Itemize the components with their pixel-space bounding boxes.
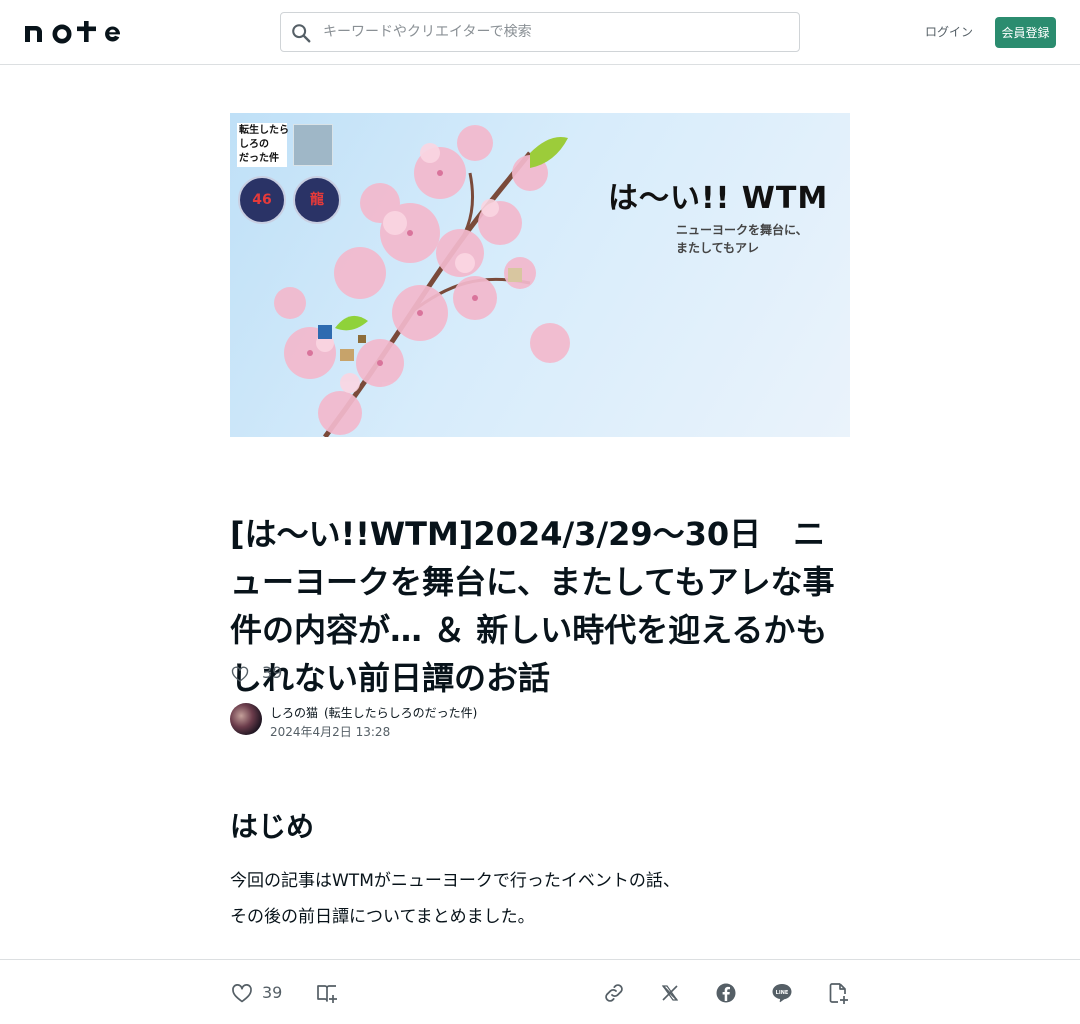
bottom-action-bar: 39 LINE (0, 959, 1080, 1024)
svg-text:LINE: LINE (776, 990, 789, 996)
signup-button[interactable]: 会員登録 (995, 17, 1056, 48)
like-count: 39 (262, 663, 283, 682)
note-logo[interactable] (24, 16, 122, 48)
search-box[interactable] (280, 12, 800, 52)
heart-icon[interactable] (230, 664, 250, 684)
x-icon[interactable] (658, 981, 682, 1005)
hero-subtitle: ニューヨークを舞台に、 またしてもアレ (676, 223, 808, 255)
emblem-icon (293, 124, 333, 166)
section-heading: はじめ (230, 810, 315, 843)
author-avatar[interactable] (230, 703, 262, 735)
body-paragraph: 今回の記事はWTMがニューヨークで行ったイベントの話、 (230, 871, 680, 891)
jersey-icon: 龍 (293, 176, 341, 224)
jersey-icon: 46 (238, 176, 286, 224)
body-paragraph: その後の前日譚についてまとめました。 (230, 907, 535, 927)
article-title: [は〜い!!WTM]2024/3/29〜30日 ニューヨークを舞台に、またしても… (230, 515, 835, 697)
like-count: 39 (262, 983, 283, 1002)
link-icon[interactable] (602, 981, 626, 1005)
hero-title: は〜い!! WTM (608, 181, 829, 216)
author-name[interactable]: しろの猫 (270, 704, 318, 721)
line-icon[interactable]: LINE (770, 981, 794, 1005)
site-header: ログイン 会員登録 (0, 0, 1080, 65)
heart-icon[interactable] (230, 981, 254, 1005)
author-info: しろの猫 (転生したらしろのだった件) 2024年4月2日 13:28 (230, 702, 630, 739)
search-input[interactable] (321, 13, 791, 51)
article-eyecatch-image: 転生したら しろの だった件 46 龍 は〜い!! WTM ニューヨークを舞台に… (230, 113, 850, 437)
author-handle: (転生したらしろのだった件) (324, 706, 478, 720)
hero-badge-text: 転生したら しろの だった件 (237, 123, 289, 167)
magazine-add-icon[interactable] (315, 981, 339, 1005)
facebook-icon[interactable] (714, 981, 738, 1005)
login-link[interactable]: ログイン (920, 22, 978, 42)
publish-date: 2024年4月2日 13:28 (270, 725, 391, 739)
clip-add-icon[interactable] (826, 981, 850, 1005)
search-icon (292, 24, 311, 43)
